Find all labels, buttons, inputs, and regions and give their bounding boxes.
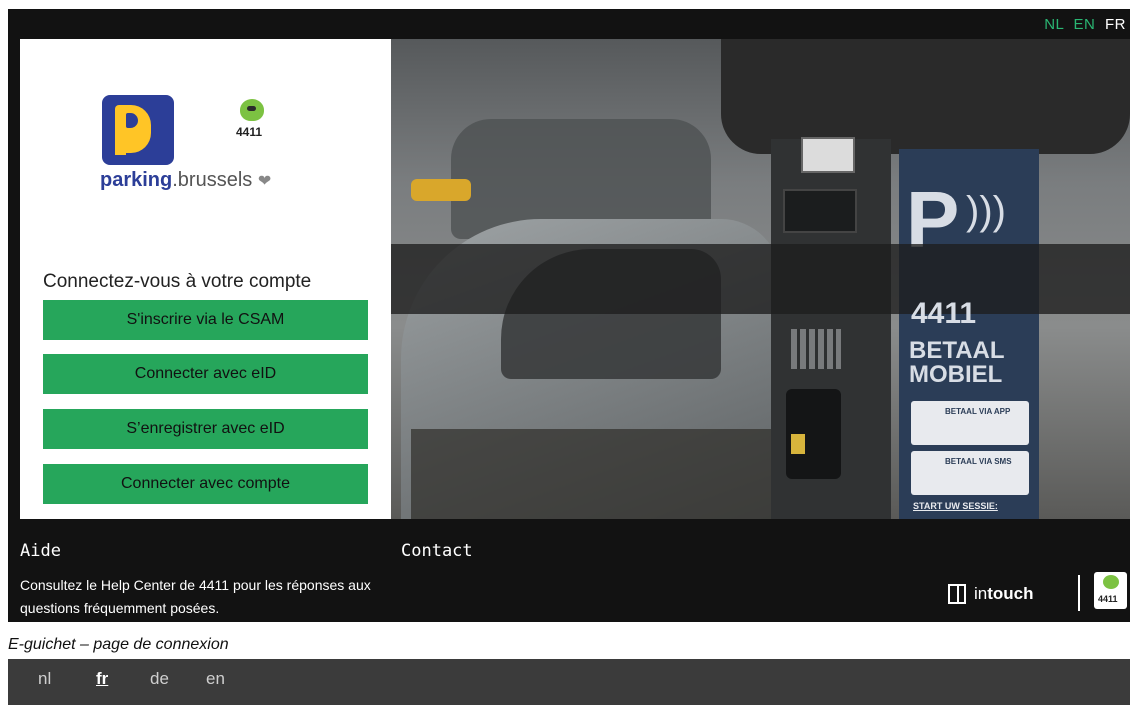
brand-name-rest: .brussels (172, 169, 253, 191)
footer-contact-link[interactable]: Contact (401, 541, 473, 561)
mascot-icon (240, 99, 264, 121)
mini-4411-number: 4411 (1098, 594, 1118, 604)
sign-start-session: START UW SESSIE: (913, 501, 998, 511)
mini-mascot-icon (1103, 575, 1119, 589)
sign-mobiel: MOBIEL (909, 361, 1003, 388)
lang-nl-tab[interactable]: nl (38, 669, 51, 689)
sign-card-sms: BETAAL VIA SMS (911, 451, 1029, 495)
login-panel: parking.brussels ❤ 4411 Connectez-vous à… (20, 39, 391, 519)
footer-divider (1078, 575, 1080, 611)
brand-name-bold: parking (100, 169, 173, 191)
intouch-logo: intouch (948, 584, 1034, 604)
contactless-waves-icon: ))) (966, 189, 1006, 233)
sign-number: 4411 (911, 297, 977, 330)
footer-4411-logo: 4411 (1094, 572, 1127, 609)
sign-betaal: BETAAL (909, 337, 1005, 364)
lang-fr-link[interactable]: FR (1105, 16, 1126, 33)
intouch-bold: touch (987, 584, 1034, 603)
lang-fr-tab[interactable]: fr (96, 669, 108, 689)
footer-help-text[interactable]: Consultez le Help Center de 4411 pour le… (20, 574, 390, 620)
parking-p-logo (102, 95, 174, 165)
intouch-grid-icon (948, 584, 966, 604)
language-switcher-top: NL EN FR (1039, 16, 1126, 33)
lang-en-link[interactable]: EN (1073, 16, 1095, 33)
intouch-light: in (974, 584, 988, 603)
csam-register-button[interactable]: S'inscrire via le CSAM (43, 300, 368, 340)
sign-betaal-mobiel: BETAAL MOBIEL (909, 339, 1005, 387)
figure-caption: E-guichet – page de connexion (8, 636, 229, 653)
lang-en-tab[interactable]: en (206, 669, 225, 689)
mascot-4411-logo: 4411 (220, 99, 280, 145)
bottom-language-bar: nl fr de en (8, 659, 1130, 705)
heart-icon: ❤ (257, 173, 272, 190)
intouch-text: intouch (974, 584, 1034, 604)
photo-dark-band (391, 244, 1130, 314)
lang-de-tab[interactable]: de (150, 669, 169, 689)
login-screenshot: NL EN FR parking.brussels ❤ 4411 Connect… (8, 9, 1130, 622)
footer-aide-heading: Aide (20, 541, 61, 561)
parking-brussels-logo-text: parking.brussels ❤ (100, 169, 271, 192)
sign-card-app-text: BETAAL VIA APP (945, 407, 1011, 416)
eid-register-button[interactable]: S’enregistrer avec eID (43, 409, 368, 449)
mascot-number: 4411 (236, 125, 263, 139)
hero-photo-parking-meter: P ))) 4411 BETAAL MOBIEL BETAAL VIA APP … (391, 39, 1130, 519)
account-connect-button[interactable]: Connecter avec compte (43, 464, 368, 504)
login-title: Connectez-vous à votre compte (43, 271, 312, 292)
sign-card-app: BETAAL VIA APP (911, 401, 1029, 445)
sign-card-sms-text: BETAAL VIA SMS (945, 457, 1012, 466)
lang-nl-link[interactable]: NL (1044, 16, 1064, 33)
eid-connect-button[interactable]: Connecter avec eID (43, 354, 368, 394)
